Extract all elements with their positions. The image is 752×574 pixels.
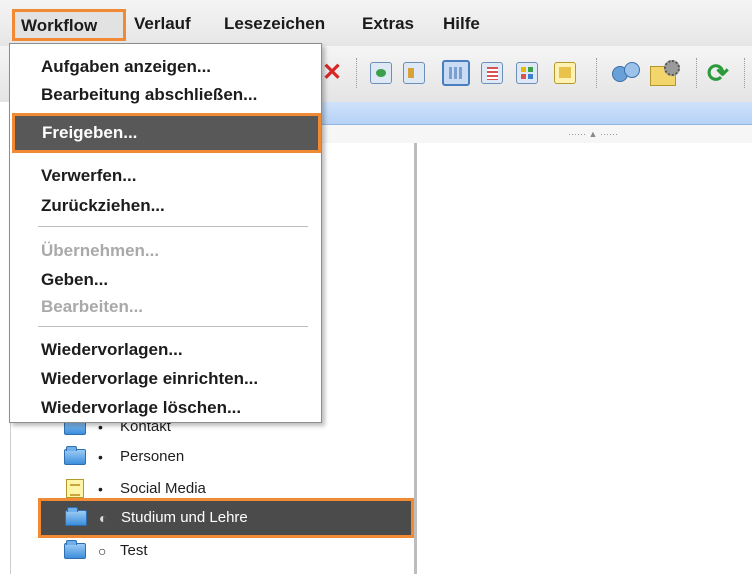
toolbar-separator xyxy=(356,58,359,88)
grid-icon[interactable] xyxy=(442,60,470,86)
menu-item-wiedervorlage-einrichten[interactable]: Wiedervorlage einrichten... xyxy=(10,365,321,393)
tree-item-label: Test xyxy=(120,542,148,559)
note-icon[interactable] xyxy=(554,62,576,84)
menu-separator xyxy=(38,326,308,327)
menu-item-bearbeitung-abschliessen[interactable]: Bearbeitung abschließen... xyxy=(10,81,321,109)
folder-icon xyxy=(64,540,86,559)
menu-item-geben[interactable]: Geben... xyxy=(10,266,321,294)
toolbar-separator xyxy=(744,58,747,88)
menu-item-bearbeiten: Bearbeiten... xyxy=(41,297,144,316)
tree-item-label: Studium und Lehre xyxy=(121,509,248,526)
share-icon[interactable] xyxy=(612,60,642,86)
status-circle-icon: ○ xyxy=(98,543,107,559)
menu-workflow[interactable]: Workflow xyxy=(12,9,126,41)
menu-verlauf[interactable]: Verlauf xyxy=(134,10,191,38)
collapse-arrow-icon[interactable]: ······ ▲ ······ xyxy=(560,130,626,139)
menu-item-verwerfen[interactable]: Verwerfen... xyxy=(10,162,321,190)
document-icon xyxy=(66,479,84,498)
workflow-dropdown-menu: Aufgaben anzeigen... Bearbeitung abschli… xyxy=(9,43,322,423)
menu-separator xyxy=(38,226,308,227)
tree-item-label: Personen xyxy=(120,448,185,465)
status-half-circle-icon: ◐ xyxy=(99,510,108,526)
content-pane xyxy=(417,143,752,574)
menu-hilfe[interactable]: Hilfe xyxy=(443,10,480,38)
toolbar-separator xyxy=(596,58,599,88)
list-icon[interactable] xyxy=(481,62,503,84)
menu-item-uebernehmen: Übernehmen... xyxy=(41,241,160,260)
menu-item-wiedervorlagen[interactable]: Wiedervorlagen... xyxy=(10,336,321,364)
stop-icon[interactable]: ✕ xyxy=(322,60,344,86)
toolbar-separator xyxy=(696,58,699,88)
folder-config-icon[interactable] xyxy=(648,58,682,88)
status-dot-icon: • xyxy=(98,449,103,465)
menu-item-wiedervorlage-loeschen[interactable]: Wiedervorlage löschen... xyxy=(10,394,321,422)
folder-icon xyxy=(64,446,86,465)
menu-bar: Workflow Verlauf Lesezeichen Extras Hilf… xyxy=(0,0,752,46)
menu-item-zurueckziehen[interactable]: Zurückziehen... xyxy=(10,192,321,220)
table-icon[interactable] xyxy=(516,62,538,84)
menu-item-freigeben[interactable]: Freigeben... xyxy=(12,113,321,153)
menu-item-aufgaben-anzeigen[interactable]: Aufgaben anzeigen... xyxy=(10,53,321,81)
menu-lesezeichen[interactable]: Lesezeichen xyxy=(224,10,325,38)
refresh-icon[interactable]: ⟳ xyxy=(707,58,737,88)
folder-icon xyxy=(65,507,87,526)
menu-extras[interactable]: Extras xyxy=(362,10,414,38)
layout-icon[interactable] xyxy=(403,62,425,84)
view-icon[interactable] xyxy=(370,62,392,84)
tree-item-selected[interactable]: ◐ Studium und Lehre xyxy=(38,498,414,538)
